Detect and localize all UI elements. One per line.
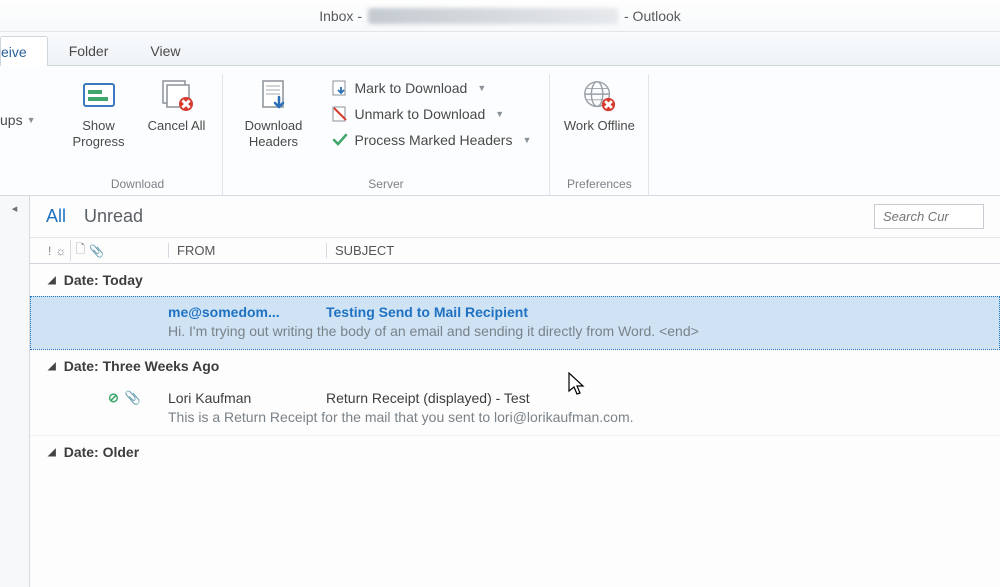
mail-from: Lori Kaufman <box>168 390 326 406</box>
groups-dropdown-partial[interactable]: ups▼ <box>0 74 44 128</box>
titlebar: Inbox - - Outlook <box>0 0 1000 32</box>
importance-icon: ! <box>48 244 51 258</box>
mark-to-download-button[interactable]: Mark to Download ▼ <box>323 76 540 100</box>
content-area: ◂ All Unread ! ☼ 🗋 📎 FROM SUBJECT <box>0 196 1000 587</box>
mail-subject: Testing Send to Mail Recipient <box>326 304 982 320</box>
collapse-caret-icon: ◢ <box>48 447 56 458</box>
download-headers-icon <box>256 78 292 114</box>
attachment-icon: 📎 <box>89 244 104 258</box>
tab-folder[interactable]: Folder <box>48 35 130 65</box>
col-from-header[interactable]: FROM <box>168 243 326 258</box>
collapse-caret-icon: ◢ <box>48 361 56 372</box>
filter-all[interactable]: All <box>46 206 66 227</box>
tab-send-receive-partial[interactable]: eive <box>0 36 48 66</box>
progress-icon <box>81 78 117 114</box>
ribbon-group-label-preferences: Preferences <box>567 174 632 195</box>
ribbon-group-download: Show Progress Cancel All Download <box>54 74 223 195</box>
cancel-all-icon <box>159 78 195 114</box>
ribbon-group-label-download: Download <box>111 174 164 195</box>
download-headers-button[interactable]: Download Headers <box>233 74 315 155</box>
ribbon-tabs: eive Folder View <box>0 32 1000 66</box>
cancel-all-button[interactable]: Cancel All <box>142 74 212 138</box>
ribbon: ups▼ Show Progress Cancel All Downlo <box>0 66 1000 196</box>
ribbon-group-preferences: Work Offline Preferences <box>550 74 649 195</box>
mail-item[interactable]: ⊘ 📎 Lori Kaufman Return Receipt (display… <box>30 382 1000 436</box>
group-header-today[interactable]: ◢ Date: Today <box>30 264 1000 296</box>
filter-row: All Unread <box>30 196 1000 238</box>
process-marked-headers-button[interactable]: Process Marked Headers ▼ <box>323 128 540 152</box>
work-offline-icon <box>581 78 617 114</box>
tracking-icon: ⊘ <box>108 390 119 406</box>
collapse-caret-icon: ◢ <box>48 275 56 286</box>
ribbon-group-stub: ups▼ <box>0 74 54 195</box>
reminder-icon: ☼ <box>55 244 66 258</box>
show-progress-button[interactable]: Show Progress <box>64 74 134 155</box>
column-headers: ! ☼ 🗋 📎 FROM SUBJECT <box>30 238 1000 264</box>
mail-preview: This is a Return Receipt for the mail th… <box>48 409 982 425</box>
nav-pane-collapsed[interactable]: ◂ <box>0 196 30 587</box>
title-suffix: - Outlook <box>624 8 681 24</box>
chevron-down-icon: ▼ <box>495 109 504 119</box>
process-headers-icon <box>331 131 349 149</box>
mail-item-selected[interactable]: me@somedom... Testing Send to Mail Recip… <box>30 296 1000 350</box>
col-icons-header[interactable]: ! ☼ 🗋 📎 <box>48 240 168 261</box>
mail-subject: Return Receipt (displayed) - Test <box>326 390 982 406</box>
message-list: All Unread ! ☼ 🗋 📎 FROM SUBJECT ◢ Date: … <box>30 196 1000 587</box>
col-subject-header[interactable]: SUBJECT <box>326 243 982 258</box>
unmark-to-download-button[interactable]: Unmark to Download ▼ <box>323 102 540 126</box>
work-offline-button[interactable]: Work Offline <box>560 74 638 138</box>
mail-preview: Hi. I'm trying out writing the body of a… <box>48 323 982 339</box>
title-prefix: Inbox - <box>319 8 362 24</box>
itemtype-icon: 🗋 <box>70 240 85 261</box>
group-header-older[interactable]: ◢ Date: Older <box>30 436 1000 468</box>
chevron-down-icon: ▼ <box>27 115 36 125</box>
ribbon-group-label-server: Server <box>368 174 403 195</box>
search-input[interactable] <box>874 204 984 229</box>
mail-from: me@somedom... <box>168 304 326 320</box>
chevron-down-icon: ▼ <box>522 135 531 145</box>
tab-view[interactable]: View <box>129 35 201 65</box>
attachment-icon: 📎 <box>125 390 141 406</box>
unmark-download-icon <box>331 105 349 123</box>
outlook-window: Inbox - - Outlook eive Folder View ups▼ … <box>0 0 1000 587</box>
mark-download-icon <box>331 79 349 97</box>
filter-unread[interactable]: Unread <box>84 206 143 227</box>
mail-icons: ⊘ 📎 <box>48 390 168 406</box>
group-header-three-weeks[interactable]: ◢ Date: Three Weeks Ago <box>30 350 1000 382</box>
ribbon-group-server: Download Headers Mark to Download ▼ Unma… <box>223 74 551 195</box>
title-blurred-account <box>368 8 618 24</box>
chevron-down-icon: ▼ <box>477 83 486 93</box>
